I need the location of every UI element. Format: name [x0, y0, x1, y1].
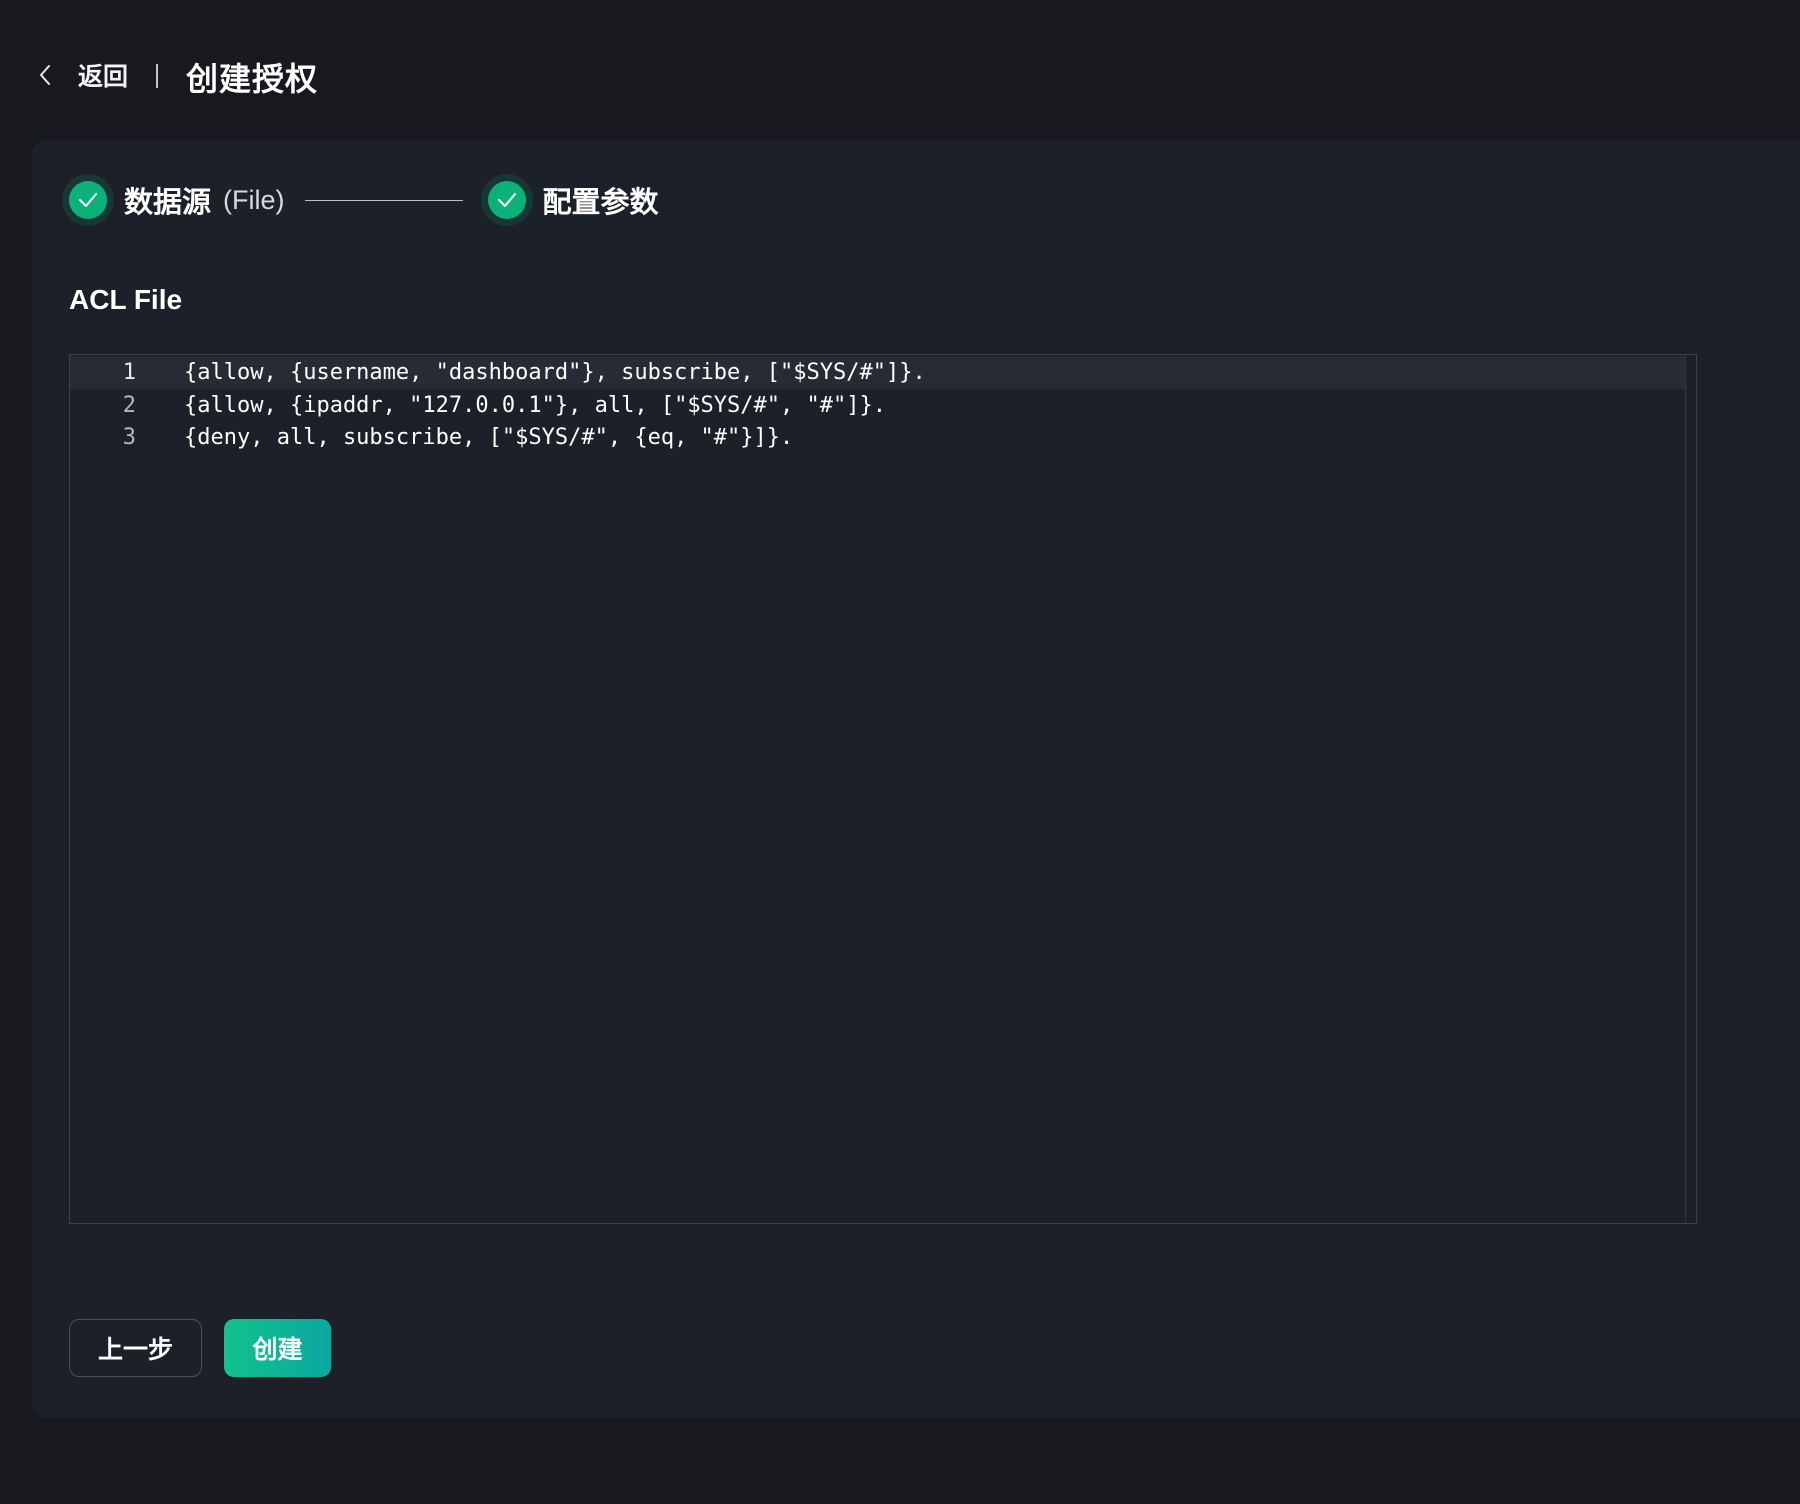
page-title: 创建授权: [186, 61, 319, 97]
prev-step-button[interactable]: 上一步: [69, 1319, 202, 1377]
line-code: {allow, {username, "dashboard"}, subscri…: [184, 360, 926, 385]
line-number: 2: [122, 393, 136, 418]
steps-bar: 数据源 (File) 配置参数: [62, 172, 659, 228]
back-label: 返回: [78, 63, 129, 91]
editor-scrollbar[interactable]: [1685, 355, 1686, 1223]
header-divider: [156, 64, 158, 88]
line-code: {allow, {ipaddr, "127.0.0.1"}, all, ["$S…: [184, 393, 886, 418]
chevron-left-icon: [34, 58, 56, 92]
step-title: 配置参数: [542, 187, 659, 219]
step-config: 配置参数: [480, 174, 659, 226]
code-line-3[interactable]: 3 {deny, all, subscribe, ["$SYS/#", {eq,…: [70, 421, 1686, 454]
step-datasource: 数据源 (File): [62, 174, 285, 226]
check-icon: [497, 193, 516, 207]
code-line-2[interactable]: 2 {allow, {ipaddr, "127.0.0.1"}, all, ["…: [70, 389, 1686, 422]
main-card: 数据源 (File) 配置参数 ACL File 1 {allow, {user…: [32, 140, 1800, 1418]
create-button[interactable]: 创建: [224, 1319, 331, 1377]
code-line-1[interactable]: 1 {allow, {username, "dashboard"}, subsc…: [70, 356, 1686, 389]
line-number: 1: [122, 360, 136, 385]
acl-code-editor[interactable]: 1 {allow, {username, "dashboard"}, subsc…: [69, 354, 1697, 1224]
step-status-dot: [62, 174, 114, 226]
line-number: 3: [122, 425, 136, 450]
section-title: ACL File: [69, 284, 183, 315]
step-connector: [304, 199, 463, 201]
form-actions: 上一步 创建: [69, 1319, 331, 1377]
step-subtitle: (File): [223, 184, 285, 215]
back-link[interactable]: 返回: [34, 58, 128, 92]
line-code: {deny, all, subscribe, ["$SYS/#", {eq, "…: [184, 425, 794, 450]
step-title: 数据源: [124, 187, 212, 219]
step-status-dot: [480, 174, 533, 226]
page-header: 返回 创建授权: [0, 0, 1800, 140]
check-icon: [79, 193, 97, 207]
